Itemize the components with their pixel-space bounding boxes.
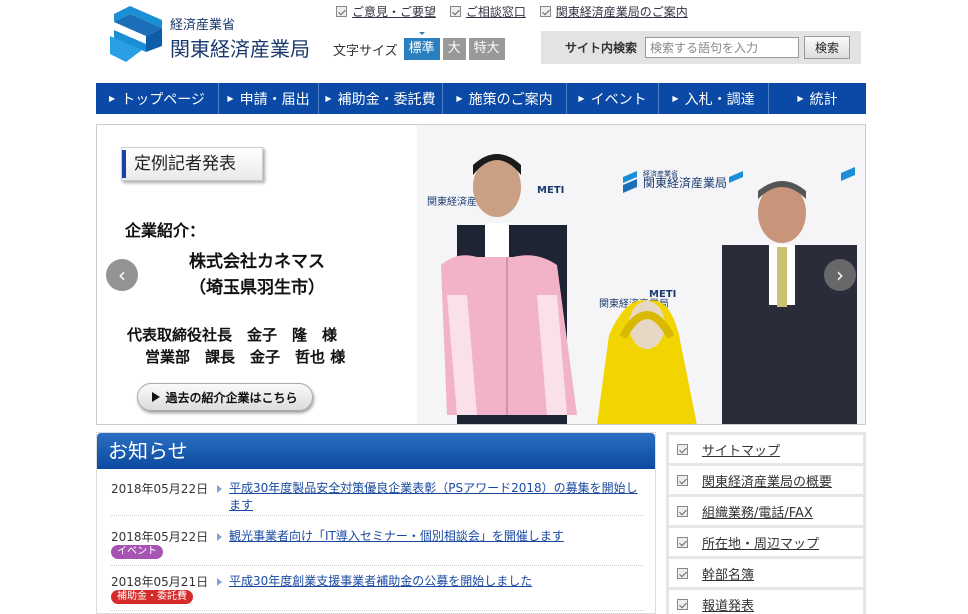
nav-item-event[interactable]: ▶ イベント [567,83,659,114]
checkbox-icon [449,6,461,17]
sidebar-item-label: サイトマップ [702,443,781,459]
past-companies-button[interactable]: 過去の紹介企業はこちら [137,383,313,411]
hero-carousel: 定例記者発表 企業紹介： 株式会社カネマス （埼玉県羽生市） 代表取締役社長 金… [96,124,866,425]
nav-item-subsidy[interactable]: ▶ 補助金・委託費 [319,83,443,114]
nav-item-label: 統計 [809,91,838,108]
about-bureau-link[interactable]: 関東経済産業局のご案内 [539,3,688,20]
nav-item-label: 申請・届出 [239,91,310,108]
nav-item-label: トップページ [121,91,205,108]
sidebar-item-label: 組織業務/電話/FAX [702,505,813,521]
search-label: サイト内検索 [565,41,638,55]
checkbox-icon [677,474,688,486]
arrow-right-icon: ▶ [456,94,463,103]
site-logo[interactable]: 経済産業省 関東経済産業局 [110,6,320,62]
chevron-left-icon: ‹ [118,263,126,287]
nav-item-bidding[interactable]: ▶ 入札・調達 [659,83,769,114]
sidebar-item-location[interactable]: 所在地・周辺マップ [669,528,863,556]
font-size-large-button[interactable]: 大 [442,38,466,60]
nav-item-label: 入札・調達 [684,91,755,108]
checkbox-icon [677,567,688,579]
news-section: お知らせ 2018年05月22日 平成30年度製品安全対策優良企業表彰（PSアワ… [96,432,656,614]
news-date: 2018年05月22日 [111,530,209,544]
arrow-right-icon: ▶ [797,94,804,103]
logo-bureau-text: 関東経済産業局 [170,37,310,61]
news-date: 2018年05月22日 [111,482,209,496]
consultation-link[interactable]: ご相談窓口 [449,3,526,20]
arrow-right-icon: ▶ [325,94,332,103]
company-name-line: 株式会社カネマス [189,252,325,272]
sidebar-item-label: 所在地・周辺マップ [702,536,820,552]
sidebar-item-organization[interactable]: 組織業務/電話/FAX [669,497,863,525]
font-size-xlarge-button[interactable]: 特大 [468,38,505,60]
font-size-label: 文字サイズ [333,43,398,59]
font-size-switcher: 文字サイズ 標準 大 特大 [333,32,508,60]
play-icon [152,392,161,402]
consultation-link-label: ご相談窓口 [465,5,526,19]
carousel-prev-button[interactable]: ‹ [106,259,138,291]
sidebar-item-press[interactable]: 報道発表 [669,590,863,614]
nav-item-policy[interactable]: ▶ 施策のご案内 [443,83,567,114]
company-location-line: （埼玉県羽生市） [189,278,325,298]
company-name: 株式会社カネマス （埼玉県羽生市） [137,249,377,301]
sidebar-item-sitemap[interactable]: サイトマップ [669,435,863,463]
arrow-right-icon: ▶ [109,94,116,103]
news-item: 2018年05月21日 平成30年度創業支援事業者補助金の公募を開始しました 補… [111,573,643,611]
press-photo-image: 関東経済産業局 経済産業省 METI 関東経済産業局 関東経済産業局 METI [417,125,865,424]
press-conference-badge: 定例記者発表 [121,147,263,181]
svg-text:METI: METI [537,185,564,196]
about-bureau-link-label: 関東経済産業局のご案内 [555,5,688,19]
person-president: 代表取締役社長 金子 隆 様 [127,326,338,344]
nav-item-label: 補助金・委託費 [337,91,436,108]
news-item: 2018年05月22日 平成30年度製品安全対策優良企業表彰（PSアワード201… [111,480,643,516]
main-nav: ▶ トップページ ▶ 申請・届出 ▶ 補助金・委託費 ▶ 施策のご案内 ▶ イベント ▶ 入… [96,83,866,114]
nav-item-label: 施策のご案内 [468,91,553,108]
person-manager: 営業部 課長 金子 哲也 様 [145,348,346,366]
svg-text:METI: METI [649,289,676,300]
nav-item-label: イベント [590,91,647,108]
font-size-standard-button[interactable]: 標準 [403,32,440,60]
news-title: お知らせ [97,433,655,469]
logo-ministry-text: 経済産業省 [170,18,236,33]
sidebar-item-label: 幹部名簿 [702,567,755,583]
subsidy-tag: 補助金・委託費 [111,590,193,604]
hero-text-panel: 定例記者発表 企業紹介： 株式会社カネマス （埼玉県羽生市） 代表取締役社長 金… [97,125,417,424]
nav-item-statistics[interactable]: ▶ 統計 [769,83,866,114]
nav-item-top[interactable]: ▶ トップページ [96,83,219,114]
sidebar-item-label: 関東経済産業局の概要 [702,474,833,490]
arrow-right-icon: ▶ [578,94,585,103]
arrow-right-icon: ▶ [227,94,234,103]
opinion-link[interactable]: ご意見・ご要望 [336,3,436,20]
checkbox-icon [336,6,347,17]
sidebar-item-label: 報道発表 [702,598,755,614]
carousel-next-button[interactable]: › [824,259,856,291]
chevron-right-icon: › [836,263,844,287]
news-link[interactable]: 観光事業者向け「IT導入セミナー・個別相談会」を開催します [215,528,643,545]
news-item: 2018年05月22日 観光事業者向け「IT導入セミナー・個別相談会」を開催しま… [111,528,643,566]
checkbox-icon [539,6,551,17]
site-search: サイト内検索 検索 [541,31,861,64]
top-links: ご意見・ご要望 ご相談窓口 関東経済産業局のご案内 [336,3,698,20]
news-date: 2018年05月21日 [111,575,209,589]
checkbox-icon [677,505,688,517]
news-link[interactable]: 平成30年度創業支援事業者補助金の公募を開始しました [215,573,643,590]
sidebar-item-overview[interactable]: 関東経済産業局の概要 [669,466,863,494]
nav-item-application[interactable]: ▶ 申請・届出 [219,83,319,114]
checkbox-icon [677,598,688,610]
arrow-right-icon: ▶ [672,94,679,103]
checkbox-icon [677,443,688,455]
hero-photo: 関東経済産業局 経済産業省 METI 関東経済産業局 関東経済産業局 METI [417,125,865,424]
checkbox-icon [677,536,688,548]
search-button[interactable]: 検索 [804,36,851,59]
svg-text:経済産業省: 経済産業省 [643,169,678,178]
company-intro-label: 企業紹介： [125,221,206,240]
sidebar-item-executives[interactable]: 幹部名簿 [669,559,863,587]
past-companies-label: 過去の紹介企業はこちら [165,390,298,405]
opinion-link-label: ご意見・ご要望 [352,5,437,19]
news-link[interactable]: 平成30年度製品安全対策優良企業表彰（PSアワード2018）の募集を開始します [215,480,643,514]
search-input[interactable] [645,37,800,58]
event-tag: イベント [111,545,163,559]
logo-mark-icon [110,6,162,62]
sidebar-links: サイトマップ 関東経済産業局の概要 組織業務/電話/FAX 所在地・周辺マップ … [666,432,866,614]
